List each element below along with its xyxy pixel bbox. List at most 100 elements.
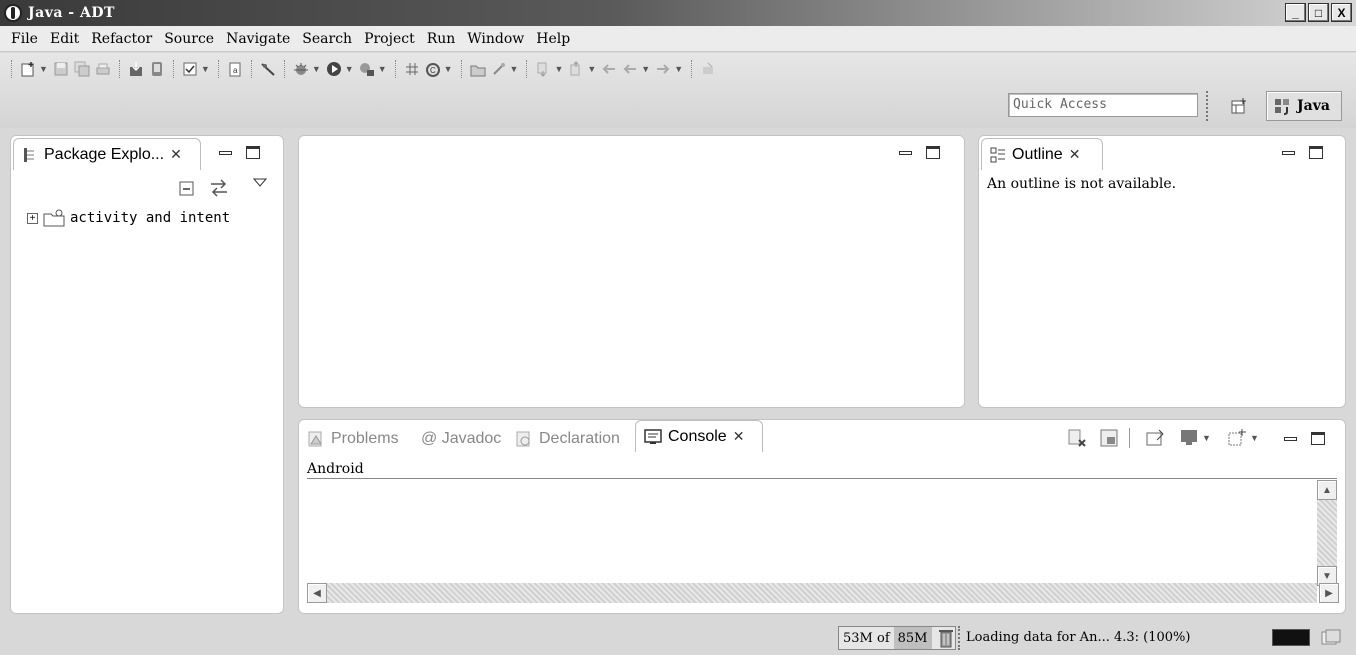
package-explorer-panel: Package Explo... ✕ + activity and intent xyxy=(10,135,284,614)
new-package-icon[interactable] xyxy=(404,61,420,77)
open-type-icon[interactable] xyxy=(470,61,486,77)
external-tools-icon[interactable] xyxy=(359,61,375,77)
back-dropdown-icon[interactable]: ▼ xyxy=(641,64,650,74)
minimize-button[interactable]: _ xyxy=(1285,3,1306,22)
tab-package-explorer[interactable]: Package Explo... ✕ xyxy=(13,138,201,170)
tab-console[interactable]: Console ✕ xyxy=(635,420,763,452)
open-console-icon[interactable] xyxy=(1227,428,1247,448)
console-tab-label: Console xyxy=(668,427,727,445)
scroll-left-button[interactable]: ◀ xyxy=(307,583,327,603)
package-explorer-tabbar: Package Explo... ✕ xyxy=(11,136,283,172)
new-android-file-icon[interactable]: a xyxy=(227,61,243,77)
menu-project[interactable]: Project xyxy=(359,31,420,47)
toolbar-separator xyxy=(172,60,174,78)
svg-text:C: C xyxy=(430,66,436,75)
tab-outline[interactable]: Outline ✕ xyxy=(981,138,1103,170)
android-device-icon[interactable] xyxy=(149,61,165,77)
debug-dropdown-icon[interactable]: ▼ xyxy=(312,64,321,74)
menu-refactor[interactable]: Refactor xyxy=(86,31,157,47)
display-console-dropdown-icon[interactable]: ▼ xyxy=(1202,433,1211,443)
save-icon[interactable] xyxy=(53,61,69,77)
forward-icon[interactable] xyxy=(655,61,671,77)
menu-search[interactable]: Search xyxy=(297,31,357,47)
expand-toggle-icon[interactable]: + xyxy=(27,212,38,224)
tab-declaration[interactable]: Declaration xyxy=(515,424,620,454)
new-class-dropdown-icon[interactable]: ▼ xyxy=(444,64,453,74)
menu-file[interactable]: File xyxy=(6,31,43,47)
menu-navigate[interactable]: Navigate xyxy=(221,31,295,47)
minimize-editor-icon[interactable] xyxy=(899,150,912,155)
collapse-all-icon[interactable] xyxy=(178,180,196,198)
editor-area xyxy=(298,135,965,408)
close-tab-icon[interactable]: ✕ xyxy=(170,146,182,163)
run-icon[interactable] xyxy=(326,61,342,77)
pin-console-icon[interactable] xyxy=(1145,428,1165,448)
maximize-editor-icon[interactable] xyxy=(926,146,940,159)
heap-total-area: 85M xyxy=(893,627,932,649)
vertical-scrollbar[interactable]: ▲ ▼ xyxy=(1317,480,1337,586)
debug-icon[interactable] xyxy=(293,61,309,77)
java-perspective-button[interactable]: Java xyxy=(1266,91,1342,121)
scroll-up-button[interactable]: ▲ xyxy=(1317,480,1337,500)
checkbox-dropdown-icon[interactable]: ▼ xyxy=(201,64,210,74)
quick-access-input[interactable]: Quick Access xyxy=(1008,93,1198,117)
scroll-right-button[interactable]: ▶ xyxy=(1319,583,1339,603)
menu-edit[interactable]: Edit xyxy=(45,31,84,47)
tab-javadoc[interactable]: @ Javadoc xyxy=(421,424,501,454)
horizontal-scrollbar[interactable]: ◀ ▶ xyxy=(307,583,1339,603)
tab-problems[interactable]: Problems xyxy=(307,424,399,454)
menu-help[interactable]: Help xyxy=(531,31,575,47)
maximize-view-icon[interactable] xyxy=(246,146,260,159)
editor-window-controls xyxy=(899,146,940,159)
display-console-icon[interactable] xyxy=(1179,428,1199,448)
project-tree-item[interactable]: + activity and intent xyxy=(27,208,230,228)
clear-console-icon[interactable] xyxy=(1067,428,1087,448)
lint-icon[interactable] xyxy=(260,61,276,77)
toolbar-separator xyxy=(11,60,12,78)
search-tool-icon[interactable] xyxy=(491,61,507,77)
menu-source[interactable]: Source xyxy=(159,31,219,47)
menu-run[interactable]: Run xyxy=(422,31,461,47)
external-tools-dropdown-icon[interactable]: ▼ xyxy=(378,64,387,74)
pin-editor-icon[interactable] xyxy=(700,61,716,77)
maximize-view-icon[interactable] xyxy=(1309,146,1323,159)
next-annotation-dropdown-icon[interactable]: ▼ xyxy=(554,64,563,74)
open-console-dropdown-icon[interactable]: ▼ xyxy=(1250,433,1259,443)
last-edit-icon[interactable] xyxy=(601,61,617,77)
minimize-view-icon[interactable] xyxy=(219,150,232,155)
open-perspective-icon[interactable] xyxy=(1230,97,1248,115)
minimize-view-icon[interactable] xyxy=(1284,436,1297,441)
window-title: Java - ADT xyxy=(28,5,115,21)
run-dropdown-icon[interactable]: ▼ xyxy=(345,64,354,74)
link-with-editor-icon[interactable] xyxy=(208,178,230,198)
back-icon[interactable] xyxy=(622,61,638,77)
menu-window[interactable]: Window xyxy=(462,31,529,47)
prev-annotation-dropdown-icon[interactable]: ▼ xyxy=(587,64,596,74)
maximize-view-icon[interactable] xyxy=(1311,432,1325,445)
new-icon[interactable] xyxy=(20,61,36,77)
import-icon[interactable] xyxy=(128,61,144,77)
close-button[interactable]: X xyxy=(1331,3,1352,22)
minimize-view-icon[interactable] xyxy=(1282,150,1295,155)
heap-of-label: of xyxy=(877,630,890,646)
close-tab-icon[interactable]: ✕ xyxy=(733,428,745,445)
prev-annotation-icon[interactable] xyxy=(568,61,584,77)
close-tab-icon[interactable]: ✕ xyxy=(1069,146,1081,163)
forward-dropdown-icon[interactable]: ▼ xyxy=(674,64,683,74)
view-menu-icon[interactable] xyxy=(253,178,267,188)
toolbar-row: ▼ ▼ a ▼ ▼ ▼ C ▼ ▼ ▼ ▼ ▼ ▼ xyxy=(8,57,716,81)
progress-view-icon[interactable] xyxy=(1320,628,1342,648)
scroll-lock-icon[interactable] xyxy=(1099,428,1119,448)
outline-message: An outline is not available. xyxy=(987,176,1177,192)
new-dropdown-icon[interactable]: ▼ xyxy=(39,64,48,74)
maximize-button[interactable]: □ xyxy=(1308,3,1329,22)
outline-panel: Outline ✕ An outline is not available. xyxy=(978,135,1346,408)
save-all-icon[interactable] xyxy=(74,61,90,77)
garbage-collect-icon[interactable] xyxy=(938,628,954,648)
problems-tab-label: Problems xyxy=(331,430,399,447)
new-class-icon[interactable]: C xyxy=(425,61,441,77)
print-icon[interactable] xyxy=(95,61,111,77)
checkbox-icon[interactable] xyxy=(182,61,198,77)
search-tool-dropdown-icon[interactable]: ▼ xyxy=(510,64,519,74)
next-annotation-icon[interactable] xyxy=(535,61,551,77)
